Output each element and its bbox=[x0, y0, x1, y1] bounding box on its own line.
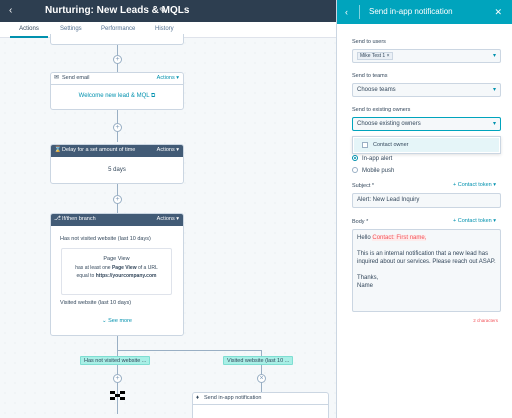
branch-pill-visited[interactable]: Visited website (last 10 ... bbox=[223, 356, 294, 365]
send-to-owners-label: Send to existing owners bbox=[352, 107, 411, 113]
filter-name: Page View bbox=[103, 256, 130, 262]
plus-icon: + bbox=[453, 218, 457, 224]
edit-title-icon[interactable]: ✎ bbox=[159, 5, 166, 17]
email-link[interactable]: Welcome new lead & MQL bbox=[79, 93, 150, 99]
branch-icon: ⎇ bbox=[54, 216, 61, 222]
see-more-link[interactable]: ⌄ See more bbox=[51, 318, 183, 324]
subject-label: Subject * bbox=[352, 183, 375, 189]
add-action-icon[interactable]: + bbox=[113, 123, 122, 132]
plus-icon: + bbox=[453, 182, 457, 188]
body-textarea[interactable]: Hello Contact: First name, This is an in… bbox=[352, 229, 501, 312]
delay-actions-button[interactable]: Actions ▾ bbox=[157, 145, 179, 156]
send-to-users-label: Send to users bbox=[352, 39, 386, 45]
send-to-teams-label: Send to teams bbox=[352, 73, 388, 79]
branch-filter-box: Page View has at least one Page View of … bbox=[61, 248, 172, 295]
chevron-down-icon: ▾ bbox=[493, 218, 496, 224]
chevron-down-icon[interactable]: ▾ bbox=[493, 118, 496, 130]
send-inapp-card[interactable]: ♦ Send in-app notification bbox=[192, 392, 329, 418]
send-to-owners-select[interactable]: Choose existing owners ▾ bbox=[352, 117, 501, 131]
chevron-down-icon: ⌄ bbox=[102, 318, 107, 324]
send-email-actions-button[interactable]: Actions ▾ bbox=[157, 73, 179, 84]
branch-title: If/then branch bbox=[62, 216, 96, 222]
character-counter: 2 characters bbox=[473, 318, 498, 323]
chevron-down-icon[interactable]: ▾ bbox=[493, 50, 496, 62]
filter-line-2: equal to https://yourcompany.com bbox=[76, 273, 157, 279]
add-action-icon[interactable]: + bbox=[113, 374, 122, 383]
branch-card[interactable]: ⎇ If/then branch Actions ▾ Has not visit… bbox=[50, 213, 184, 336]
header-divider bbox=[359, 5, 360, 19]
envelope-icon: ✉ bbox=[54, 75, 60, 81]
branch-condition-title: Has not visited website (last 10 days) bbox=[60, 236, 151, 242]
body-contact-token-button[interactable]: + Contact token ▾ bbox=[453, 218, 496, 224]
delay-value: 5 days bbox=[108, 167, 126, 173]
branch-actions-button[interactable]: Actions ▾ bbox=[157, 214, 179, 225]
radio-icon bbox=[352, 167, 358, 173]
close-icon[interactable]: ✕ bbox=[494, 6, 502, 18]
branch-connector bbox=[117, 350, 261, 351]
panel-title: Send in-app notification bbox=[369, 7, 453, 16]
body-paragraph: This is an internal notification that a … bbox=[357, 251, 496, 265]
send-email-card[interactable]: ✉ Send email Actions ▾ Welcome new lead … bbox=[50, 72, 184, 110]
hourglass-icon: ⌛ bbox=[54, 147, 62, 153]
filter-line-1: has at least one Page View of a URL bbox=[75, 265, 158, 271]
workflow-title[interactable]: Nurturing: New Leads & MQLs bbox=[45, 5, 189, 17]
remove-action-icon[interactable]: × bbox=[257, 374, 266, 383]
radio-mobile-push[interactable]: Mobile push bbox=[352, 167, 394, 174]
add-action-icon[interactable]: + bbox=[113, 195, 122, 204]
delay-card[interactable]: ⌛ Delay for a set amount of time Actions… bbox=[50, 144, 184, 184]
body-greeting: Hello Contact: First name, bbox=[357, 235, 427, 241]
other-branch-title: Visited website (last 10 days) bbox=[60, 300, 132, 306]
end-flag-icon bbox=[110, 391, 125, 400]
dropdown-option-contact-owner[interactable]: Contact owner bbox=[354, 138, 499, 152]
external-link-icon[interactable]: ⧉ bbox=[151, 93, 155, 99]
body-label: Body * bbox=[352, 219, 369, 225]
radio-selected-icon bbox=[352, 155, 358, 161]
previous-action-card[interactable] bbox=[50, 34, 184, 45]
radio-in-app-alert[interactable]: In-app alert bbox=[352, 155, 392, 162]
send-email-title: Send email bbox=[62, 75, 90, 81]
add-action-icon[interactable]: + bbox=[113, 55, 122, 64]
send-email-header: ✉ Send email Actions ▾ bbox=[51, 73, 183, 85]
workflow-header: ‹ Nurturing: New Leads & MQLs ✎ bbox=[0, 0, 336, 22]
connector-line bbox=[117, 336, 118, 350]
email-link-row: Welcome new lead & MQL ⧉ bbox=[51, 93, 183, 100]
send-to-teams-select[interactable]: Choose teams ▾ bbox=[352, 83, 501, 97]
body-name: Name bbox=[357, 283, 374, 289]
body-signoff: Thanks, bbox=[357, 275, 379, 281]
chevron-down-icon[interactable]: ▾ bbox=[493, 84, 496, 96]
tab-actions[interactable]: Actions bbox=[10, 22, 48, 38]
remove-chip-icon[interactable]: × bbox=[387, 53, 390, 59]
bell-icon: ♦ bbox=[196, 395, 200, 401]
subject-input[interactable]: Alert: New Lead Inquiry bbox=[352, 193, 501, 208]
action-side-panel: ‹ Send in-app notification ✕ Send to use… bbox=[336, 0, 512, 418]
checkbox[interactable] bbox=[362, 142, 368, 148]
back-icon[interactable]: ‹ bbox=[9, 5, 12, 17]
send-inapp-title: Send in-app notification bbox=[204, 395, 262, 401]
delay-title: Delay for a set amount of time bbox=[62, 147, 136, 153]
workflow-canvas[interactable]: + ✉ Send email Actions ▾ Welcome new lea… bbox=[0, 34, 336, 418]
user-chip[interactable]: Mike Test 1 × bbox=[357, 52, 393, 60]
branch-pill-not-visited[interactable]: Has not visited website ... bbox=[80, 356, 151, 365]
send-inapp-header: ♦ Send in-app notification bbox=[193, 393, 328, 405]
send-to-users-select[interactable]: Mike Test 1 × ▾ bbox=[352, 49, 501, 63]
owners-dropdown: Contact owner bbox=[352, 136, 501, 154]
chevron-left-icon[interactable]: ‹ bbox=[345, 6, 348, 18]
contact-first-name-token[interactable]: Contact: First name, bbox=[372, 235, 427, 241]
branch-header: ⎇ If/then branch Actions ▾ bbox=[51, 214, 183, 226]
delay-header: ⌛ Delay for a set amount of time Actions… bbox=[51, 145, 183, 157]
subject-contact-token-button[interactable]: + Contact token ▾ bbox=[453, 182, 496, 188]
chevron-down-icon: ▾ bbox=[493, 182, 496, 188]
panel-header: ‹ Send in-app notification ✕ bbox=[337, 0, 512, 24]
